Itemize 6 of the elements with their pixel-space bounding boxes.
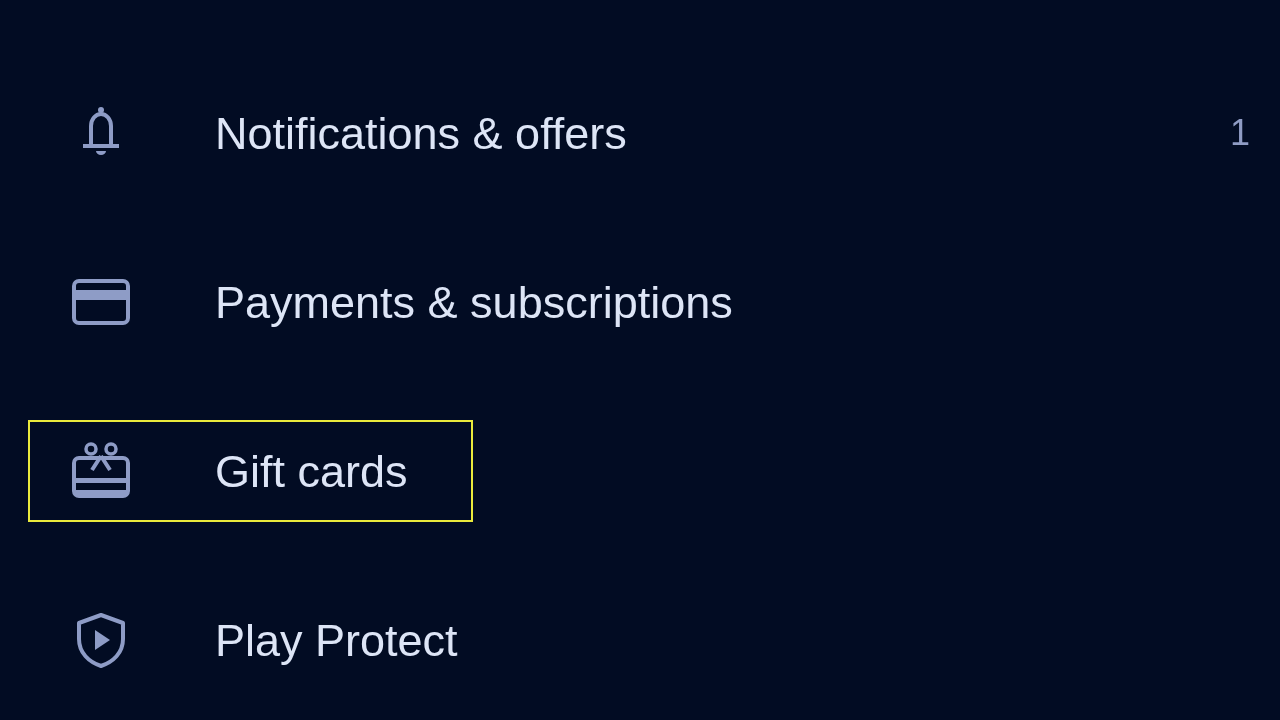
menu-item[interactable]: Payments & subscriptions [28,251,798,353]
menu-item[interactable]: Play Protect [28,589,523,691]
menu-item[interactable]: Notifications & offers [28,82,692,184]
menu-item[interactable]: Gift cards [28,420,473,522]
notification-count: 1 [1229,115,1250,151]
gift-card-icon [72,442,130,500]
